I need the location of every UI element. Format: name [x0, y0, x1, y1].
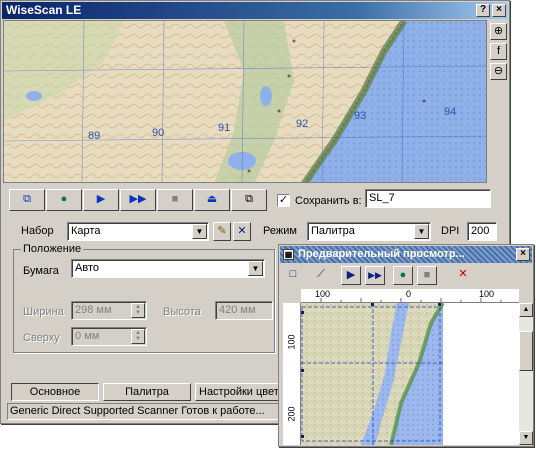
width-label: Ширина [23, 306, 64, 318]
preview-title-bar: ▦ Предварительный просмотр... × [280, 246, 532, 263]
paper-label: Бумага [23, 265, 59, 277]
chevron-down-icon[interactable]: ▼ [414, 224, 429, 239]
tab-palette[interactable]: Палитра [103, 383, 191, 401]
ruler-label: 100 [479, 289, 495, 299]
set-value: Карта [71, 225, 101, 237]
ruler-label: 100 [315, 289, 331, 299]
grid-label: 90 [152, 127, 164, 139]
record-icon[interactable]: ● [393, 266, 413, 285]
eject-icon[interactable]: ⏏ [194, 189, 230, 211]
set-label: Набор [21, 225, 54, 237]
stop-icon[interactable]: ■ [157, 189, 193, 211]
preview-scrollbar[interactable]: ▲ ▼ [519, 303, 533, 445]
grid-label: 93 [354, 110, 366, 122]
mode-label: Режим [263, 225, 297, 237]
scroll-down-icon[interactable]: ▼ [519, 431, 533, 445]
cancel-icon[interactable]: ✕ [453, 266, 473, 285]
preview-title: Предварительный просмотр... [298, 248, 465, 260]
top-value: 0 мм [75, 330, 100, 342]
windows-icon[interactable]: ⧉ [231, 189, 267, 211]
play-icon[interactable]: ▶ [341, 266, 361, 285]
fast-forward-icon[interactable]: ▶▶ [365, 266, 385, 285]
delete-set-icon[interactable]: ✕ [233, 222, 251, 241]
top-label: Сверху [23, 332, 60, 344]
new-set-icon[interactable]: ✎ [213, 222, 231, 241]
height-label: Высота [163, 306, 201, 318]
ruler-label: 0 [406, 289, 412, 299]
grid-label: 92 [296, 118, 308, 130]
rotate-icon[interactable]: ⟋ [311, 266, 331, 285]
preview-map [301, 303, 519, 445]
preview-pages-icon[interactable]: ⧉ [9, 189, 45, 211]
paper-value: Авто [75, 262, 99, 274]
close-button[interactable]: × [492, 4, 506, 17]
fit-icon[interactable]: f [490, 43, 507, 60]
fast-forward-icon[interactable]: ▶▶ [120, 189, 156, 211]
tab-color-settings[interactable]: Настройки цвета [195, 383, 279, 401]
title-bar: WiseScan LE ? × [2, 2, 508, 19]
save-label: Сохранить в: [295, 195, 362, 207]
help-button[interactable]: ? [476, 4, 490, 17]
scan-image-view[interactable]: 89 90 91 92 93 94 [3, 20, 487, 183]
preview-app-icon: ▦ [283, 249, 294, 260]
tab-basic[interactable]: Основное [11, 383, 99, 401]
grid-label: 94 [444, 106, 456, 118]
play-icon[interactable]: ▶ [83, 189, 119, 211]
zoom-toolbar: ⊕ f ⊖ [488, 20, 509, 183]
dpi-input[interactable]: 200 [467, 222, 497, 241]
grid-label: 89 [88, 130, 100, 142]
chevron-down-icon[interactable]: ▼ [248, 261, 263, 276]
set-select[interactable]: Карта ▼ [67, 222, 209, 241]
topographic-map: 89 90 91 92 93 94 [4, 21, 486, 182]
top-input[interactable]: 0 мм ▲ ▼ [71, 327, 147, 346]
mode-value: Палитра [311, 225, 355, 237]
spin-icon[interactable]: ▲ ▼ [131, 329, 145, 344]
preview-toolbar: □ ⟋ ▶ ▶▶ ● ■ ✕ [281, 266, 531, 286]
mode-select[interactable]: Палитра ▼ [307, 222, 431, 241]
ruler-label: 200 [286, 406, 297, 422]
record-icon[interactable]: ● [46, 189, 82, 211]
width-value: 298 мм [75, 304, 112, 316]
app-title: WiseScan LE [6, 3, 82, 17]
chevron-down-icon[interactable]: ▼ [192, 224, 207, 239]
height-input[interactable]: 420 мм [215, 301, 273, 320]
preview-close-button[interactable]: × [516, 248, 530, 261]
scroll-thumb[interactable] [519, 331, 533, 371]
save-checkbox[interactable]: ✓ [277, 194, 290, 207]
vertical-ruler: 100 200 [283, 303, 301, 445]
zoom-in-icon[interactable]: ⊕ [490, 23, 507, 40]
scroll-up-icon[interactable]: ▲ [519, 303, 533, 317]
paper-select[interactable]: Авто ▼ [71, 259, 265, 278]
dpi-label: DPI [441, 225, 460, 237]
height-value: 420 мм [219, 304, 256, 316]
width-input[interactable]: 298 мм ▲ ▼ [71, 301, 147, 320]
zoom-out-icon[interactable]: ⊖ [490, 63, 507, 80]
position-group-label: Положение [21, 242, 84, 256]
grid-label: 91 [218, 122, 230, 134]
spin-icon[interactable]: ▲ ▼ [131, 303, 145, 318]
horizontal-ruler: 100 0 100 [301, 289, 519, 303]
frame-icon[interactable]: □ [283, 266, 303, 285]
save-path-input[interactable]: SL_7 [365, 189, 491, 208]
ruler-label: 100 [286, 334, 297, 350]
scan-toolbar: ⧉ ● ▶ ▶▶ ■ ⏏ ⧉ [9, 189, 269, 211]
preview-window: ▦ Предварительный просмотр... × □ ⟋ ▶ ▶▶… [278, 244, 534, 447]
stop-icon[interactable]: ■ [417, 266, 437, 285]
preview-image[interactable] [301, 303, 519, 445]
